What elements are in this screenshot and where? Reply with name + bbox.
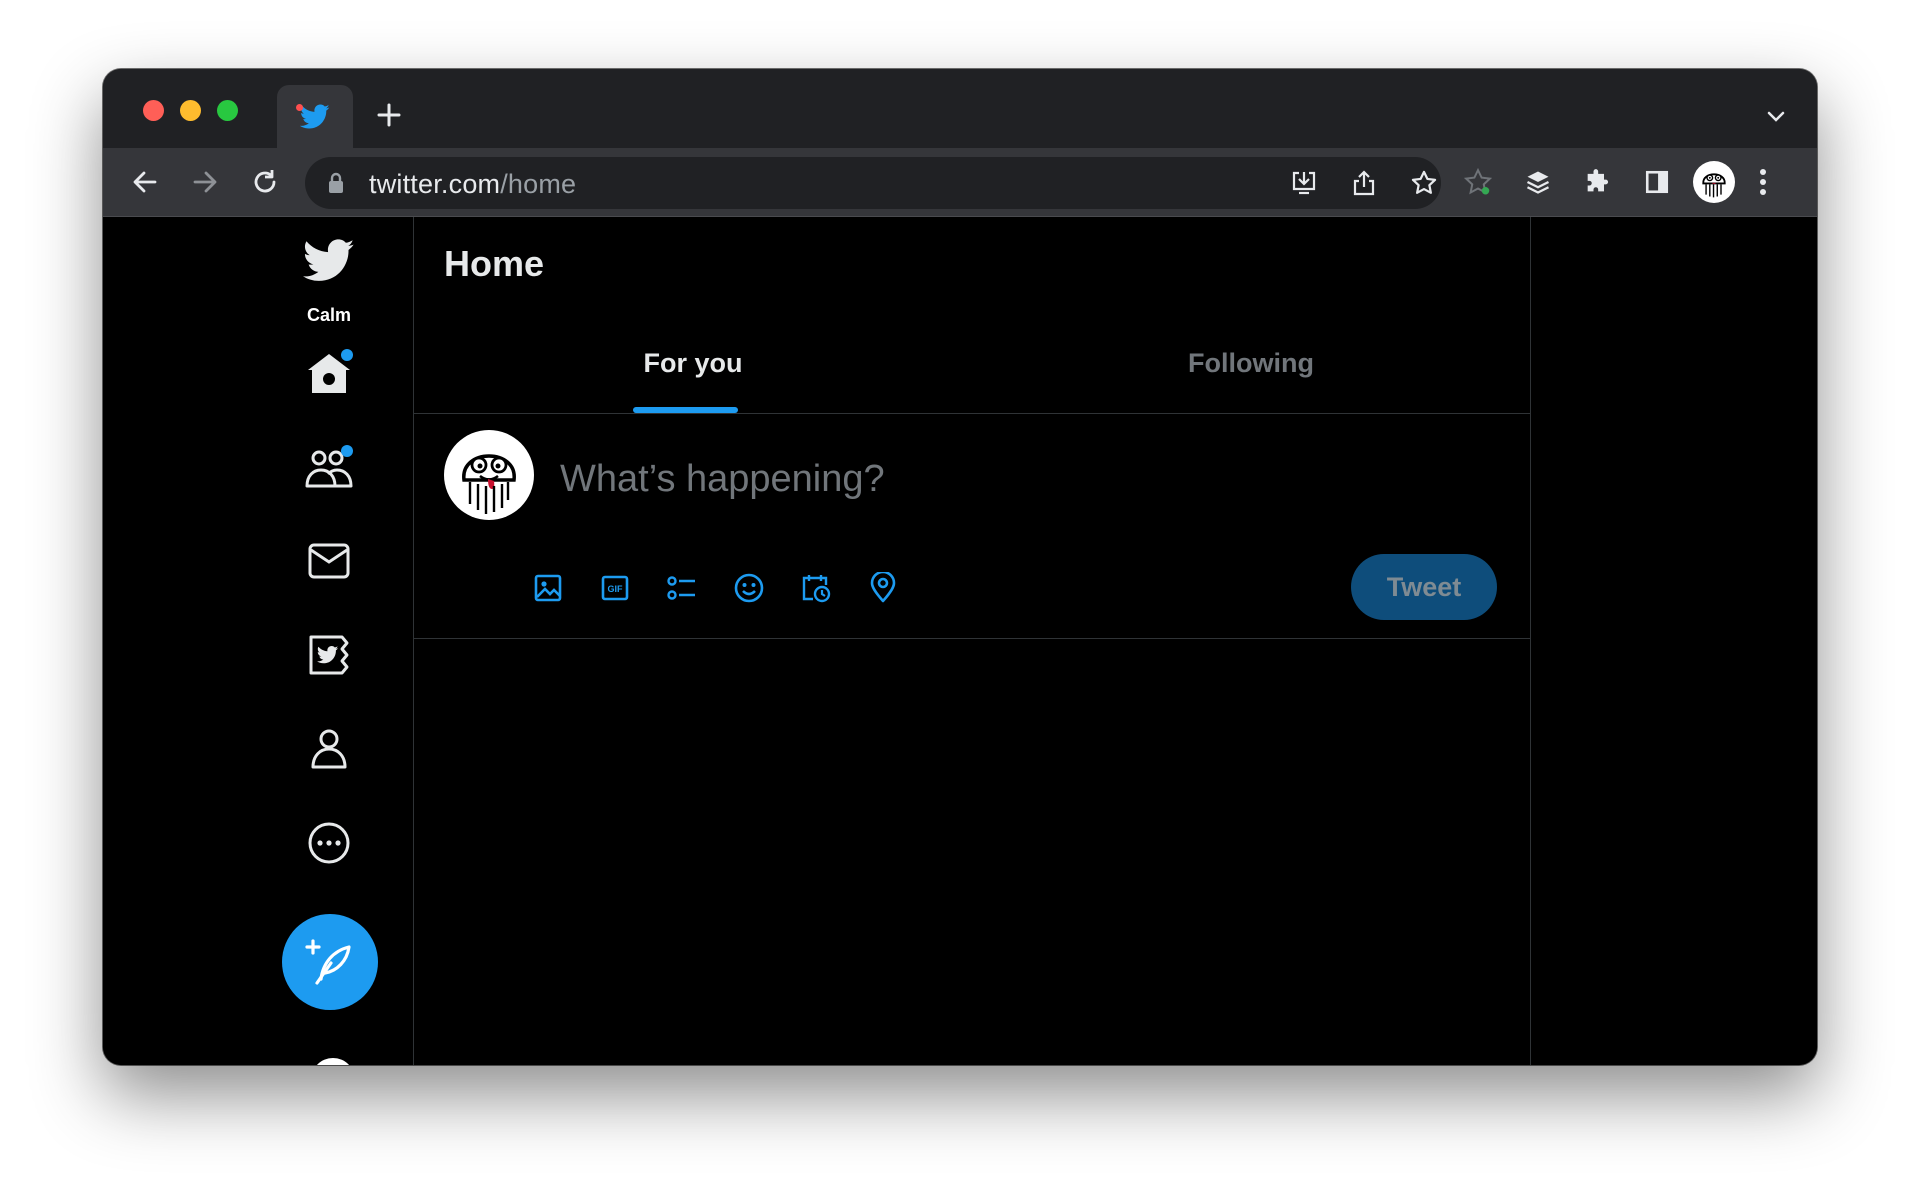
timeline-tabs: For you Following [414, 313, 1530, 414]
home-notification-dot [341, 349, 353, 361]
communities-notification-dot [341, 445, 353, 457]
tab-following-label: Following [1188, 347, 1314, 378]
tab-strip [103, 69, 1817, 148]
add-gif-button[interactable]: GIF [597, 570, 633, 606]
composer-avatar[interactable] [444, 430, 534, 520]
gif-icon: GIF [601, 575, 629, 601]
add-emoji-button[interactable] [731, 570, 767, 606]
share-icon [1353, 170, 1375, 196]
add-poll-button[interactable] [664, 570, 700, 606]
extension-starred-button[interactable] [1461, 165, 1495, 199]
star-icon [1411, 170, 1437, 194]
compose-tweet-button[interactable] [282, 914, 378, 1010]
media-icon [534, 574, 562, 602]
svg-text:GIF: GIF [608, 584, 624, 594]
new-tab-button[interactable] [373, 99, 405, 131]
url-host: twitter.com [369, 169, 501, 199]
profile-icon [311, 729, 347, 769]
browser-toolbar: twitter.com/home [103, 148, 1817, 217]
chevron-down-icon [1767, 111, 1785, 122]
more-icon [308, 822, 350, 864]
tab-notification-dot [296, 104, 303, 111]
jellyfish-avatar-icon [1702, 173, 1726, 198]
reload-icon [254, 170, 276, 193]
side-panel-button[interactable] [1640, 165, 1674, 199]
side-panel-icon [1645, 170, 1669, 194]
main-column: Home For you Following What’s happening?… [414, 217, 1531, 1065]
layers-icon [1526, 171, 1550, 194]
profile-avatar[interactable] [1693, 161, 1735, 203]
add-media-button[interactable] [530, 570, 566, 606]
twitter-logo-link[interactable] [302, 239, 355, 288]
sidebar-item-more[interactable] [301, 815, 357, 871]
url-text: twitter.com/home [369, 169, 576, 200]
extensions-button[interactable] [1580, 165, 1614, 199]
minimize-window-button[interactable] [180, 100, 201, 121]
messages-icon [308, 543, 350, 579]
forward-button[interactable] [188, 165, 222, 199]
maximize-window-button[interactable] [217, 100, 238, 121]
extension-layers-button[interactable] [1521, 165, 1555, 199]
puzzle-icon [1587, 169, 1609, 192]
compose-tweet-icon [305, 939, 351, 985]
install-icon [1292, 171, 1316, 195]
lock-icon [329, 172, 343, 193]
bookmark-button[interactable] [1408, 167, 1440, 199]
tweet-button[interactable]: Tweet [1351, 554, 1497, 620]
jellyfish-avatar-icon [462, 454, 516, 514]
sidebar-item-home[interactable] [301, 345, 357, 401]
sidebar-item-messages[interactable] [301, 533, 357, 589]
poll-icon [667, 576, 695, 600]
tab-following[interactable]: Following [972, 313, 1530, 413]
sidebar-item-communities[interactable] [301, 439, 357, 495]
arrow-right-icon [193, 171, 217, 193]
page-title: Home [444, 243, 545, 284]
calm-label: Calm [306, 305, 351, 325]
tweet-composer: What’s happening? GIF Tweet [414, 414, 1530, 639]
twitter-bird-icon [300, 104, 330, 128]
sidebar-item-profile[interactable] [301, 721, 357, 777]
tab-for-you[interactable]: For you [414, 313, 972, 413]
schedule-icon [802, 575, 831, 603]
arrow-left-icon [133, 171, 157, 193]
twitter-bird-icon [302, 239, 355, 281]
emoji-icon [734, 573, 764, 603]
twitter-page: Calm Home For you Following What’s happe… [103, 217, 1817, 1065]
twitter-blue-icon [309, 635, 349, 675]
reload-button[interactable] [248, 165, 282, 199]
address-bar[interactable]: twitter.com/home [305, 157, 1441, 209]
kebab-menu-icon [1760, 169, 1766, 195]
star-extension-icon [1463, 167, 1493, 195]
tab-for-you-label: For you [643, 347, 743, 378]
browser-window: twitter.com/home Calm Home For you Follo… [103, 69, 1817, 1065]
location-icon [870, 572, 896, 603]
account-avatar[interactable] [311, 1058, 355, 1065]
close-window-button[interactable] [143, 100, 164, 121]
browser-menu-button[interactable] [1746, 165, 1780, 199]
tweet-input[interactable]: What’s happening? [560, 458, 885, 501]
back-button[interactable] [128, 165, 162, 199]
share-button[interactable] [1348, 167, 1380, 199]
install-app-button[interactable] [1288, 167, 1320, 199]
active-tab-indicator [633, 407, 738, 413]
left-sidebar: Calm [103, 217, 414, 1065]
browser-tab-twitter[interactable] [277, 85, 353, 148]
plus-icon [377, 103, 401, 127]
add-location-button[interactable] [865, 570, 901, 606]
schedule-tweet-button[interactable] [798, 570, 834, 606]
url-path: /home [500, 169, 577, 199]
tab-search-button[interactable] [1763, 103, 1789, 129]
sidebar-item-twitter-blue[interactable] [301, 627, 357, 683]
